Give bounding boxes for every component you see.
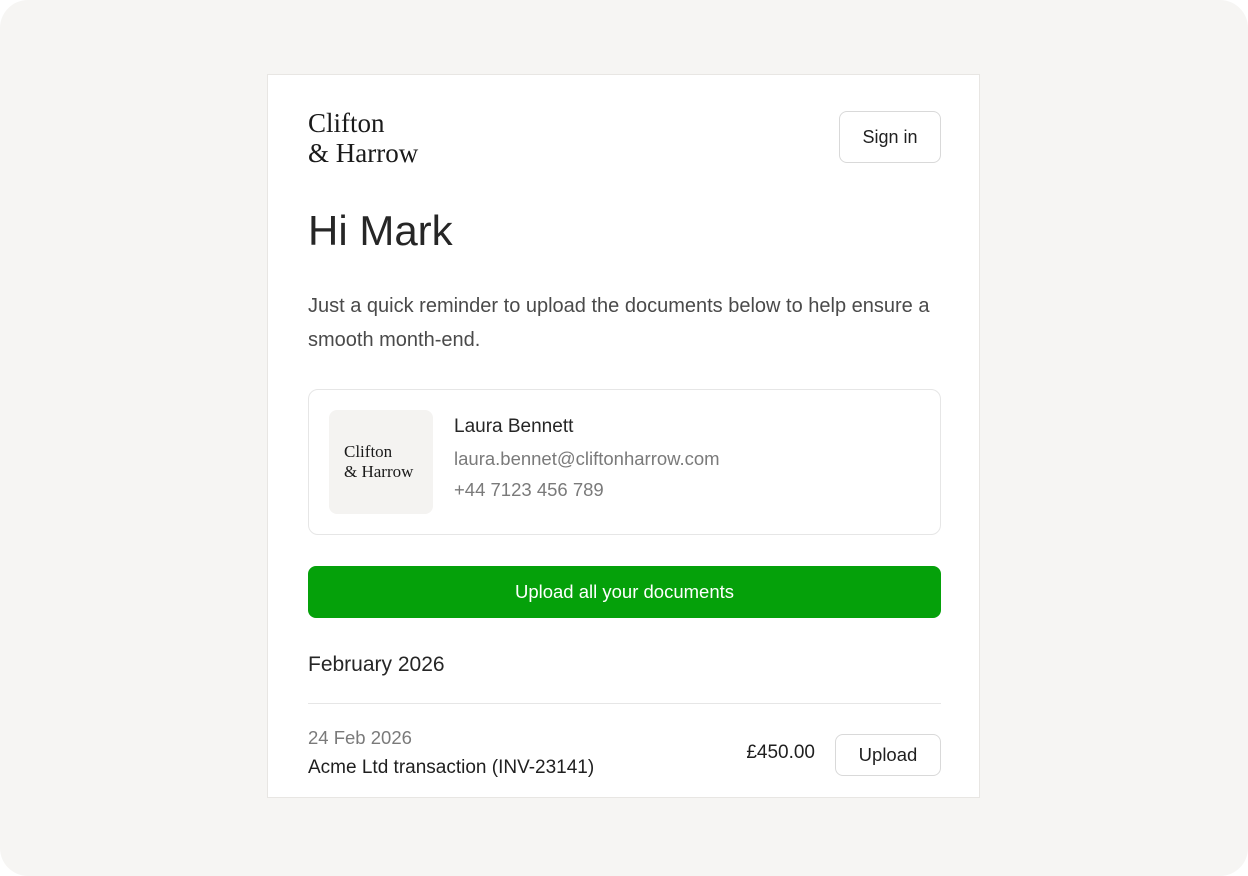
contact-phone: +44 7123 456 789	[454, 479, 604, 500]
transaction-upload-button[interactable]: Upload	[835, 734, 941, 776]
contact-logo-line-1: Clifton	[344, 442, 393, 461]
accountant-contact-card: Clifton & Harrow Laura Bennett laura.ben…	[308, 389, 941, 535]
divider	[308, 703, 941, 704]
transaction-date: 24 Feb 2026	[308, 727, 412, 748]
email-card: Clifton & Harrow Sign in Hi Mark Just a …	[267, 74, 980, 798]
brand-logo-line-1: Clifton	[308, 108, 385, 138]
contact-name: Laura Bennett	[454, 416, 574, 437]
transaction-description: Acme Ltd transaction (INV-23141)	[308, 757, 595, 778]
page-background: Clifton & Harrow Sign in Hi Mark Just a …	[0, 0, 1248, 876]
month-heading: February 2026	[308, 653, 445, 676]
contact-email: laura.bennet@cliftonharrow.com	[454, 448, 720, 469]
contact-logo-line-2: & Harrow	[344, 462, 414, 481]
brand-logo: Clifton & Harrow	[308, 108, 418, 168]
brand-logo-line-2: & Harrow	[308, 138, 419, 168]
transaction-amount: £450.00	[746, 742, 815, 763]
contact-logo: Clifton & Harrow	[329, 410, 433, 514]
contact-logo-text: Clifton & Harrow	[344, 442, 413, 482]
sign-in-button[interactable]: Sign in	[839, 111, 941, 163]
greeting-heading: Hi Mark	[308, 207, 453, 254]
upload-all-documents-button[interactable]: Upload all your documents	[308, 566, 941, 618]
intro-text: Just a quick reminder to upload the docu…	[308, 295, 930, 351]
